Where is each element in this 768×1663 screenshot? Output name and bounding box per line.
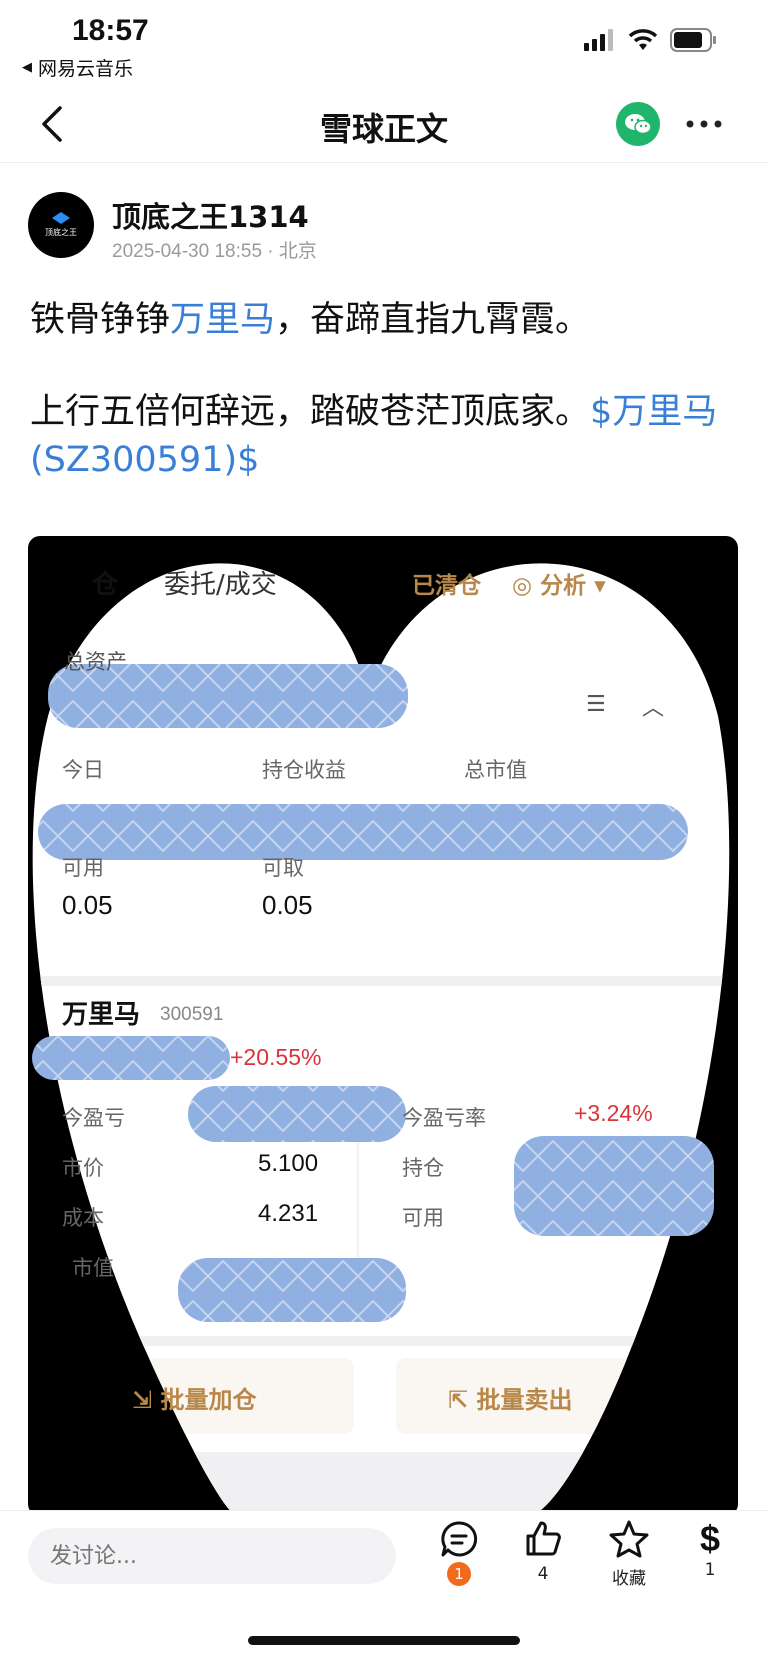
reward-count: 1 (704, 1560, 716, 1580)
list-view-icon: ☰ (586, 692, 606, 717)
like-button[interactable]: 4 (508, 1520, 578, 1584)
stock-change-pct: +20.55% (230, 1044, 322, 1070)
post-line-1: 铁骨铮铮万里马，奋蹄直指九霄霞。 (30, 296, 590, 344)
today-pl-label: 今盈亏 (62, 1106, 125, 1130)
wechat-icon (625, 114, 652, 135)
like-count: 4 (537, 1564, 549, 1584)
hold-profit-label: 持仓收益 (262, 758, 346, 782)
comment-icon (441, 1521, 478, 1557)
favorite-button[interactable]: 收藏 (594, 1520, 664, 1589)
today-label: 今日 (62, 758, 104, 782)
favorite-label: 收藏 (612, 1569, 646, 1589)
wechat-share-button[interactable] (616, 102, 660, 146)
comment-button[interactable]: 1 (424, 1520, 494, 1586)
wifi-icon (628, 29, 658, 50)
back-app-label: 网易云音乐 (38, 58, 134, 80)
post-image[interactable]: 仓 委托/成交 已清仓 ◎ 分析 ▾ 总资产 ☰ ︿ 今日 持仓收益 总市值 可… (28, 536, 738, 1516)
reward-button[interactable]: $ 1 (680, 1518, 740, 1581)
avatar-text: 顶底之王 (45, 228, 77, 237)
tab-orders: 委托/成交 (164, 570, 277, 600)
post-text: ，奋蹄直指九霄霞。 (275, 300, 591, 340)
home-indicator (248, 1636, 520, 1645)
stock-code: 300591 (160, 1004, 224, 1025)
author-name[interactable]: 顶底之王1314 (112, 194, 309, 236)
comment-count-badge: 1 (447, 1562, 471, 1586)
author-avatar[interactable]: 顶底之王 (28, 192, 94, 258)
available-label: 可用 (62, 856, 104, 880)
dollar-icon: $ (699, 1518, 721, 1559)
stock-name: 万里马 (62, 1000, 141, 1030)
price-label: 市价 (62, 1156, 104, 1180)
star-icon (609, 1520, 649, 1558)
cost-label: 成本 (62, 1206, 104, 1230)
thumbs-up-icon (526, 1521, 561, 1556)
cleared-link: 已清仓 (412, 573, 481, 599)
total-market-value-label: 总市值 (464, 758, 527, 782)
avatar-logo-icon (52, 212, 70, 224)
tab-holdings: 仓 (92, 570, 119, 600)
collapse-icon: ︿ (642, 696, 665, 721)
withdrawable-label: 可取 (262, 856, 304, 880)
post-line-2: 上行五倍何辞远，踏破苍茫顶底家。$万里马(SZ300591)$ (30, 388, 742, 484)
analysis-link: ◎ 分析 ▾ (512, 573, 606, 599)
more-icon[interactable] (682, 112, 726, 136)
available2-label: 可用 (402, 1206, 444, 1230)
status-time: 18:57 (72, 14, 149, 47)
post-timestamp: 2025-04-30 18:55 (112, 241, 263, 262)
batch-add-button: ⇲ 批量加仓 (132, 1386, 257, 1414)
signal-icon (584, 29, 613, 51)
screenshot-content: 仓 委托/成交 已清仓 ◎ 分析 ▾ 总资产 ☰ ︿ 今日 持仓收益 总市值 可… (28, 536, 738, 1516)
today-pl-rate-value: +3.24% (574, 1100, 653, 1126)
back-to-app[interactable]: ◀ 网易云音乐 (22, 54, 133, 81)
withdrawable-value: 0.05 (262, 890, 313, 920)
position-label: 持仓 (402, 1156, 444, 1180)
back-triangle-icon: ◀ (22, 60, 32, 75)
stock-link[interactable]: 万里马 (170, 300, 275, 340)
batch-sell-button: ⇱ 批量卖出 (448, 1386, 573, 1414)
cost-value: 4.231 (258, 1200, 319, 1227)
post-text: 铁骨铮铮 (30, 300, 171, 340)
battery-icon (670, 28, 716, 52)
market-value-label: 市值 (72, 1256, 114, 1280)
today-pl-rate-label: 今盈亏率 (402, 1106, 486, 1130)
total-assets-label: 总资产 (64, 650, 127, 674)
status-icons (584, 28, 718, 52)
available-value: 0.05 (62, 890, 113, 920)
comment-input[interactable] (28, 1528, 396, 1584)
post-text: 上行五倍何辞远，踏破苍茫顶底家。 (30, 392, 591, 432)
post-location: 北京 (278, 241, 317, 262)
price-value: 5.100 (258, 1150, 319, 1177)
post-meta: 2025-04-30 18:55 · 北京 (112, 241, 317, 262)
